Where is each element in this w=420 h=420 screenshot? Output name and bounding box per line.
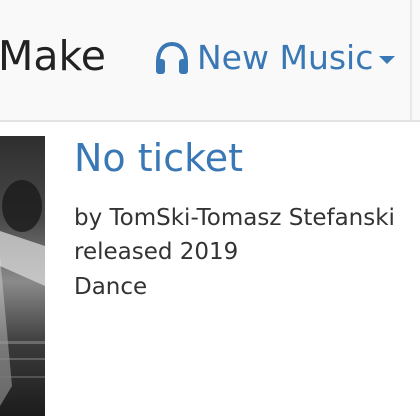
top-navbar: Make New Music <box>0 0 420 120</box>
brand-text[interactable]: Make <box>0 32 106 80</box>
headphones-icon <box>152 38 192 78</box>
release-artist: by TomSki-Tomasz Stefanski <box>74 205 395 231</box>
navbar-divider <box>0 120 420 122</box>
nav-separator <box>410 0 412 120</box>
release-date: released 2019 <box>74 239 239 265</box>
release-genre: Dance <box>74 274 148 300</box>
caret-down-icon <box>379 56 396 64</box>
cover-art-image[interactable] <box>0 136 45 416</box>
new-music-menu[interactable]: New Music <box>152 36 396 80</box>
release-title-link[interactable]: No ticket <box>74 134 243 182</box>
page: Make New Music No ticket by TomSki-Tomas… <box>0 0 420 420</box>
new-music-label: New Music <box>197 38 374 77</box>
